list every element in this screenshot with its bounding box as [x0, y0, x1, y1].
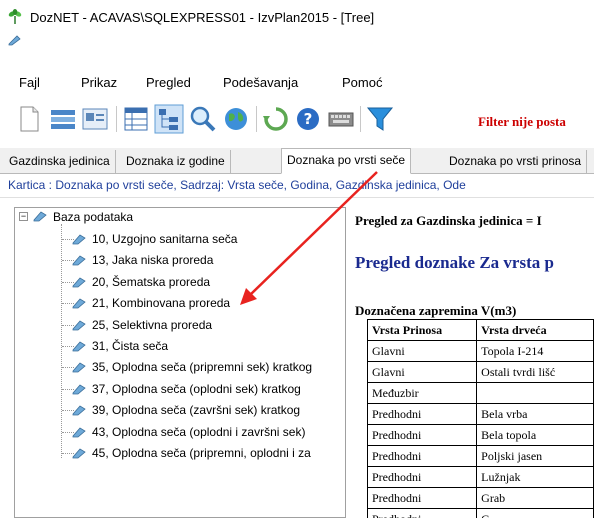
- leaf-node-icon: [72, 405, 86, 416]
- tree-item[interactable]: 31, Čista seča: [92, 339, 168, 353]
- report-heading: Pregled doznake Za vrsta p: [355, 253, 554, 272]
- leaf-node-icon: [72, 341, 86, 352]
- tree-item[interactable]: 25, Selektivna proreda: [92, 318, 212, 332]
- tree-item[interactable]: 10, Uzgojno sanitarna seča: [92, 232, 237, 246]
- leaf-node-icon: [72, 298, 86, 309]
- toolbar: ? Filter nije posta: [0, 100, 594, 140]
- tab-gazdinska-jedinica[interactable]: Gazdinska jedinica: [4, 150, 116, 174]
- leaf-node-icon: [72, 448, 86, 459]
- table-row: Predhodni Grab: [366, 487, 594, 509]
- table-cell: [476, 382, 594, 404]
- tab-strip: Gazdinska jedinica Doznaka iz godine Doz…: [0, 148, 594, 174]
- column-header-vrsta-prinosa: Vrsta Prinosa: [366, 319, 478, 341]
- table-view-icon[interactable]: [121, 104, 151, 134]
- tree-item[interactable]: 13, Jaka niska proreda: [92, 253, 213, 267]
- table-row: Međuzbir: [366, 382, 594, 404]
- table-cell: Bela vrba: [476, 403, 594, 425]
- menu-pomoc[interactable]: Pomoć: [342, 75, 382, 90]
- tree-item[interactable]: 37, Oplodna seča (oplodni sek) kratkog: [92, 382, 301, 396]
- table-row: Predhodni Bela topola: [366, 424, 594, 446]
- table-cell: Lužnjak: [476, 466, 594, 488]
- table-cell: Ostali tvrdi lišć: [476, 361, 594, 383]
- globe-icon[interactable]: [221, 104, 251, 134]
- tree-item[interactable]: 39, Oplodna seča (završni sek) kratkog: [92, 403, 300, 417]
- menu-prikaz[interactable]: Prikaz: [81, 75, 117, 90]
- table-cell: Predhodni: [366, 424, 478, 446]
- tree-root-label[interactable]: Baza podataka: [53, 210, 133, 224]
- keyboard-icon[interactable]: [326, 104, 356, 134]
- menu-bar: Fajl Prikaz Pregled Podešavanja Pomoć: [0, 72, 594, 96]
- table-cell: Topola I-214: [476, 340, 594, 362]
- table-row: PredhodniC: [366, 508, 594, 518]
- search-icon[interactable]: [188, 104, 218, 134]
- tab-doznaka-po-vrsti-sece[interactable]: Doznaka po vrsti seče: [281, 148, 412, 174]
- menu-pregled[interactable]: Pregled: [146, 75, 191, 90]
- column-header-vrsta-drveca: Vrsta drveća: [476, 319, 594, 341]
- database-icon: [33, 211, 47, 222]
- toolbar-separator: [256, 106, 257, 132]
- pencil-icon: [8, 35, 21, 46]
- table-cell: Glavni: [366, 361, 478, 383]
- svg-text:?: ?: [304, 110, 313, 128]
- card-icon[interactable]: [80, 104, 110, 134]
- toolbar-separator: [360, 106, 361, 132]
- leaf-node-icon: [72, 234, 86, 245]
- tab-doznaka-iz-godine[interactable]: Doznaka iz godine: [121, 150, 231, 174]
- tree-view-icon[interactable]: [154, 104, 184, 134]
- report-subheading: Doznačena zapremina V(m3): [355, 303, 517, 318]
- leaf-node-icon: [72, 384, 86, 395]
- table-cell: C: [476, 508, 594, 518]
- table-row: Predhodni Bela vrba: [366, 403, 594, 425]
- new-document-icon[interactable]: [14, 104, 44, 134]
- table-cell: Predhodni: [366, 403, 478, 425]
- tree-item[interactable]: 20, Šematska proreda: [92, 275, 210, 289]
- collapse-expander[interactable]: −: [19, 212, 28, 221]
- refresh-icon[interactable]: [261, 104, 291, 134]
- table-cell: Glavni: [366, 340, 478, 362]
- table-cell: Međuzbir: [366, 382, 478, 404]
- kartica-text: Kartica : Doznaka po vrsti seče, Sadrzaj…: [8, 178, 466, 192]
- leaf-node-icon: [72, 362, 86, 373]
- report-table: Vrsta Prinosa Vrsta drveća Glavni Topola …: [366, 319, 594, 518]
- report-panel: Pregled za Gazdinska jedinica = I Pregle…: [349, 207, 594, 518]
- title-bar: DozNET - ACAVAS\SQLEXPRESS01 - IzvPlan20…: [0, 0, 594, 66]
- table-cell: Grab: [476, 487, 594, 509]
- table-cell: Predhodni: [366, 508, 478, 518]
- table-row: Glavni Topola I-214: [366, 340, 594, 362]
- tree-item[interactable]: 45, Oplodna seča (pripremni, oplodni i z…: [92, 446, 311, 460]
- help-icon[interactable]: ?: [293, 104, 323, 134]
- table-header-row: Vrsta Prinosa Vrsta drveća: [366, 319, 594, 341]
- leaf-node-icon: [72, 255, 86, 266]
- tree-panel[interactable]: − Baza podataka 10, Uzgojno sanitarna se…: [14, 207, 346, 518]
- table-cell: Poljski jasen: [476, 445, 594, 467]
- table-cell: Bela topola: [476, 424, 594, 446]
- tab-doznaka-po-vrsti-prinosa[interactable]: Doznaka po vrsti prinosa: [444, 150, 588, 174]
- menu-fajl[interactable]: Fajl: [19, 75, 40, 90]
- tree-item[interactable]: 43, Oplodna seča (oplodni i završni sek): [92, 425, 305, 439]
- report-filter-line: Pregled za Gazdinska jedinica = I: [355, 213, 542, 228]
- table-cell: Predhodni: [366, 487, 478, 509]
- kartica-bar: Kartica : Doznaka po vrsti seče, Sadrzaj…: [0, 174, 594, 198]
- app-leaf-icon: [8, 9, 22, 24]
- toolbar-separator: [116, 106, 117, 132]
- table-cell: Predhodni: [366, 445, 478, 467]
- table-row: Glavni Ostali tvrdi lišć: [366, 361, 594, 383]
- table-row: Predhodni Lužnjak: [366, 466, 594, 488]
- tree-item[interactable]: 21, Kombinovana proreda: [92, 296, 230, 310]
- filter-icon[interactable]: [365, 104, 395, 134]
- tree-item[interactable]: 35, Oplodna seča (pripremni sek) kratkog: [92, 360, 312, 374]
- table-cell: Predhodni: [366, 466, 478, 488]
- leaf-node-icon: [72, 277, 86, 288]
- table-row: Predhodni Poljski jasen: [366, 445, 594, 467]
- leaf-node-icon: [72, 427, 86, 437]
- leaf-node-icon: [72, 320, 86, 330]
- window-title: DozNET - ACAVAS\SQLEXPRESS01 - IzvPlan20…: [30, 10, 375, 25]
- list-icon[interactable]: [48, 104, 78, 134]
- tree-guide-line: [61, 224, 62, 458]
- menu-podesavanja[interactable]: Podešavanja: [223, 75, 298, 90]
- filter-status-label: Filter nije posta: [478, 114, 566, 129]
